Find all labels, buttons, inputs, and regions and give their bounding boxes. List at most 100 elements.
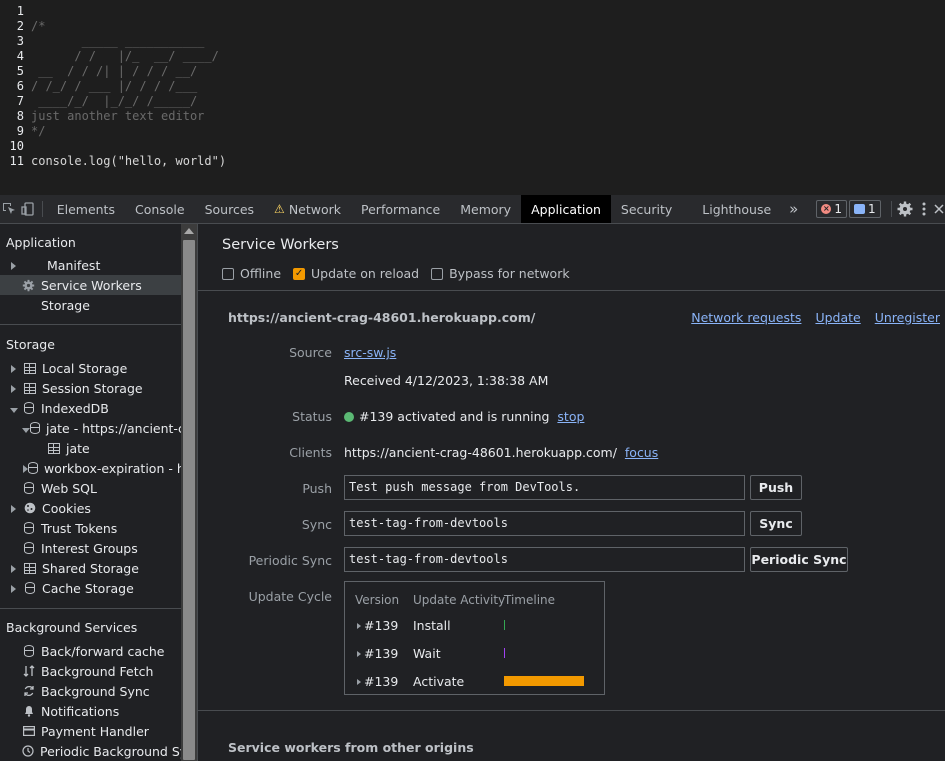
sidebar-item-manifest[interactable]: Manifest <box>0 255 181 275</box>
scroll-up-arrow-icon[interactable] <box>184 228 194 234</box>
periodic-sync-label: Periodic Sync <box>248 553 332 568</box>
sidebar-item-label: Payment Handler <box>41 723 149 739</box>
sync-tag-input[interactable]: test-tag-from-devtools <box>344 511 745 536</box>
network-requests-link[interactable]: Network requests <box>691 310 801 325</box>
database-icon <box>22 522 35 534</box>
inspect-element-icon[interactable] <box>0 195 19 223</box>
push-button[interactable]: Push <box>750 475 802 500</box>
fetch-arrows-icon <box>22 665 35 677</box>
message-count-badge[interactable]: 1 <box>848 200 881 218</box>
focus-link[interactable]: focus <box>625 445 658 460</box>
sidebar-item-shared-storage[interactable]: Shared Storage <box>0 558 181 578</box>
update-cycle-table: Version Update Activity Timeline #139 In… <box>344 581 605 695</box>
row-version: #139 <box>364 618 399 633</box>
table-icon <box>23 382 36 394</box>
database-icon <box>22 482 35 494</box>
sidebar-item-cookies[interactable]: Cookies <box>0 498 181 518</box>
credit-card-icon <box>22 725 35 737</box>
table-icon <box>23 362 36 374</box>
tab-memory[interactable]: Memory <box>450 195 521 223</box>
tab-security[interactable]: Security <box>611 195 682 223</box>
status-text: #139 activated and is running <box>359 409 550 424</box>
sidebar-item-workbox-expiration[interactable]: workbox-expiration - htt <box>0 458 181 478</box>
bypass-for-network-checkbox[interactable]: Bypass for network <box>431 266 570 281</box>
table-icon <box>47 442 60 454</box>
tab-network[interactable]: ⚠ Network <box>264 195 351 223</box>
database-icon <box>22 645 35 657</box>
offline-checkbox[interactable]: Offline <box>222 266 281 281</box>
storage-icon <box>22 299 35 311</box>
scrollbar-thumb[interactable] <box>183 240 195 760</box>
origin-actions: Network requests Update Unregister <box>691 310 940 325</box>
expand-arrow-icon <box>11 501 23 516</box>
checkbox-label: Update on reload <box>311 266 420 281</box>
tab-lighthouse[interactable]: Lighthouse <box>682 195 781 223</box>
sidebar-item-label: Service Workers <box>41 277 142 293</box>
sidebar-item-cache-storage[interactable]: Cache Storage <box>0 578 181 598</box>
clock-icon <box>22 745 34 757</box>
sidebar-item-trust-tokens[interactable]: Trust Tokens <box>0 518 181 538</box>
sidebar-item-payment-handler[interactable]: Payment Handler <box>0 721 181 741</box>
sync-button[interactable]: Sync <box>750 511 802 536</box>
sidebar-item-label: jate - https://ancient-cra <box>46 420 181 436</box>
error-count: 1 <box>834 202 842 216</box>
sidebar-item-label: workbox-expiration - htt <box>44 460 181 476</box>
periodic-sync-button[interactable]: Periodic Sync <box>750 547 848 572</box>
device-toolbar-icon[interactable] <box>19 195 38 223</box>
tab-performance[interactable]: Performance <box>351 195 450 223</box>
tab-elements[interactable]: Elements <box>47 195 125 223</box>
source-file-link[interactable]: src-sw.js <box>344 345 396 360</box>
more-tabs-button[interactable]: » <box>781 195 806 223</box>
panel-divider <box>198 710 945 711</box>
other-origins-heading[interactable]: Service workers from other origins <box>228 740 474 755</box>
sidebar-item-local-storage[interactable]: Local Storage <box>0 358 181 378</box>
sidebar-item-session-storage[interactable]: Session Storage <box>0 378 181 398</box>
tab-console[interactable]: Console <box>125 195 195 223</box>
application-sidebar: Application Manifest Service Workers Sto… <box>0 224 181 761</box>
sidebar-item-jate-db[interactable]: jate - https://ancient-cra <box>0 418 181 438</box>
sidebar-item-label: Background Fetch <box>41 663 154 679</box>
sidebar-item-label: Local Storage <box>42 360 128 376</box>
update-on-reload-checkbox[interactable]: ✓ Update on reload <box>293 266 419 281</box>
sidebar-item-notifications[interactable]: Notifications <box>0 701 181 721</box>
push-message-input[interactable]: Test push message from DevTools. <box>344 475 745 500</box>
close-devtools-icon[interactable] <box>933 195 945 223</box>
sidebar-item-jate-store[interactable]: jate <box>0 438 181 458</box>
more-tabs-icon: » <box>789 200 799 218</box>
manifest-icon <box>29 259 41 271</box>
sidebar-item-web-sql[interactable]: Web SQL <box>0 478 181 498</box>
database-icon <box>22 402 35 414</box>
code-text: _____ ___________ <box>31 34 205 48</box>
sidebar-item-service-workers[interactable]: Service Workers <box>0 275 181 295</box>
column-header-timeline: Timeline <box>504 593 556 607</box>
database-icon <box>22 542 35 554</box>
error-count-badge[interactable]: × 1 <box>816 200 847 218</box>
tab-sources[interactable]: Sources <box>195 195 264 223</box>
sidebar-item-background-fetch[interactable]: Background Fetch <box>0 661 181 681</box>
sidebar-item-periodic-background-sync[interactable]: Periodic Background Sync <box>0 741 181 761</box>
tabbar-separator <box>890 201 892 217</box>
row-activity: Wait <box>413 646 441 661</box>
sidebar-item-indexeddb[interactable]: IndexedDB <box>0 398 181 418</box>
sidebar-item-storage-overview[interactable]: Storage <box>0 295 181 315</box>
tab-label: Performance <box>361 201 441 217</box>
periodic-sync-tag-input[interactable]: test-tag-from-devtools <box>344 547 745 572</box>
worker-origin: https://ancient-crag-48601.herokuapp.com… <box>228 310 536 325</box>
tab-application[interactable]: Application <box>521 195 611 223</box>
source-label: Source <box>289 345 332 360</box>
sidebar-item-label: jate <box>66 440 90 456</box>
clients-label: Clients <box>289 445 332 460</box>
unregister-link[interactable]: Unregister <box>875 310 940 325</box>
code-editor[interactable]: 1 2 /* 3 _____ ___________ 4 / / |/_ __/ ___… <box>0 0 945 195</box>
update-link[interactable]: Update <box>815 310 860 325</box>
sidebar-item-back-forward-cache[interactable]: Back/forward cache <box>0 641 181 661</box>
stop-link[interactable]: stop <box>557 409 584 424</box>
sidebar-scrollbar[interactable] <box>181 224 197 761</box>
sidebar-divider <box>0 608 181 609</box>
kebab-menu-icon[interactable] <box>914 195 933 223</box>
received-timestamp: Received 4/12/2023, 1:38:38 AM <box>344 373 549 388</box>
sidebar-item-background-sync[interactable]: Background Sync <box>0 681 181 701</box>
tab-label: Memory <box>460 201 512 217</box>
sidebar-item-interest-groups[interactable]: Interest Groups <box>0 538 181 558</box>
settings-gear-icon[interactable] <box>895 195 914 223</box>
